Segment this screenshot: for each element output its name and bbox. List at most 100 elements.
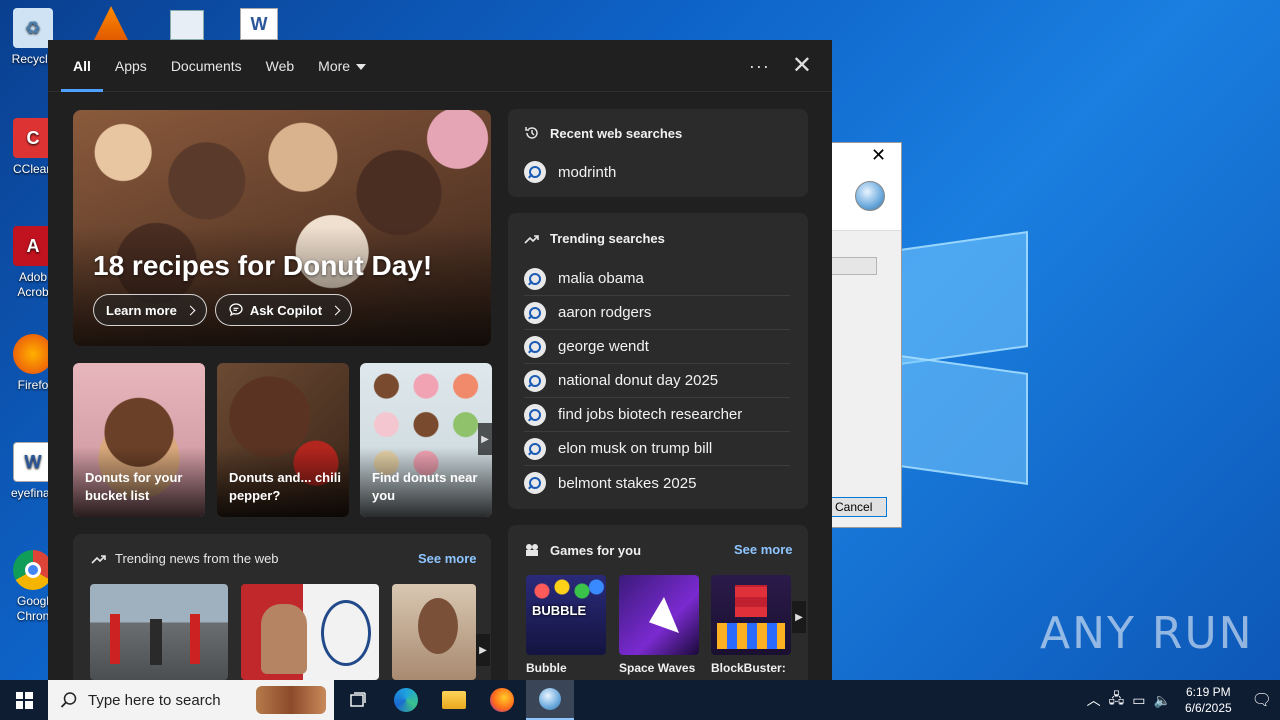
cards-next-arrow-icon[interactable]: ▶ xyxy=(478,423,492,455)
ccleaner-icon: C xyxy=(13,118,53,158)
taskbar-installer-button[interactable] xyxy=(526,680,574,720)
search-icon xyxy=(524,403,546,426)
trending-search-item[interactable]: belmont stakes 2025 xyxy=(524,466,790,500)
tab-documents[interactable]: Documents xyxy=(159,40,254,92)
news-thumbnail-1[interactable] xyxy=(90,584,228,680)
anyrun-watermark: ANY RUN xyxy=(1040,608,1254,659)
chevron-right-icon xyxy=(330,305,341,315)
wallpaper-windows-logo xyxy=(900,231,1030,485)
trending-search-item[interactable]: malia obama xyxy=(524,262,790,296)
games-see-more-link[interactable]: See more xyxy=(734,542,793,557)
task-view-button[interactable] xyxy=(334,680,382,720)
network-icon[interactable]: 🖧 xyxy=(1109,688,1125,712)
recent-searches-section: Recent web searches modrinth xyxy=(508,109,808,197)
history-clock-icon xyxy=(525,127,538,139)
recent-heading: Recent web searches xyxy=(550,125,683,141)
search-icon xyxy=(60,692,77,708)
game-space-waves-tile[interactable] xyxy=(619,575,699,655)
acrobat-icon: A xyxy=(13,226,53,266)
news-thumbnail-2[interactable] xyxy=(241,584,379,680)
dialog-progress-bar xyxy=(831,257,877,275)
copilot-chat-icon xyxy=(229,303,243,317)
trending-search-item[interactable]: national donut day 2025 xyxy=(524,364,790,398)
learn-more-button[interactable]: Learn more xyxy=(93,294,207,326)
trending-news-section: Trending news from the web See more ▶ xyxy=(73,534,491,680)
search-icon xyxy=(524,437,546,460)
games-next-arrow-icon[interactable]: ▶ xyxy=(792,601,806,633)
ask-copilot-button[interactable]: Ask Copilot xyxy=(214,294,353,326)
notifications-icon[interactable]: 🗨 xyxy=(1252,690,1272,710)
start-button[interactable] xyxy=(0,680,48,720)
game-label: Space Waves xyxy=(619,661,696,675)
installer-globe-icon xyxy=(539,688,561,710)
card-find-donuts-near-you[interactable]: Find donuts near you xyxy=(360,363,492,517)
trending-search-item[interactable]: find jobs biotech researcher xyxy=(524,398,790,432)
hero-title: 18 recipes for Donut Day! xyxy=(93,250,433,281)
search-icon xyxy=(524,161,546,183)
tab-apps[interactable]: Apps xyxy=(103,40,159,92)
trending-heading: Trending searches xyxy=(550,231,665,246)
search-highlight-donut-image[interactable] xyxy=(256,686,326,714)
taskbar: ︿ 🖧 ▭ 🔈 6:19 PM 6/6/2025 🗨 xyxy=(0,680,1280,720)
trending-arrow-icon xyxy=(524,234,539,244)
background-installer-dialog: ✕ Cancel xyxy=(830,142,902,528)
games-section: Games for you See more BUBBLE Bubble Spa… xyxy=(508,525,808,680)
vlc-icon[interactable] xyxy=(94,6,128,40)
card-donuts-chili-pepper[interactable]: Donuts and... chili pepper? xyxy=(217,363,349,517)
display-icon[interactable]: ▭ xyxy=(1132,692,1145,709)
game-blockbuster-tile[interactable] xyxy=(711,575,791,655)
news-see-more-link[interactable]: See more xyxy=(418,551,477,566)
games-icon xyxy=(526,544,538,556)
windows-logo-icon xyxy=(15,691,33,709)
tab-more[interactable]: More xyxy=(306,40,378,92)
edge-icon xyxy=(394,688,418,712)
image-file-icon[interactable] xyxy=(170,10,204,40)
trending-arrow-icon xyxy=(91,554,106,564)
word-doc-icon: W xyxy=(13,442,53,482)
task-view-icon xyxy=(350,692,366,707)
tab-web[interactable]: Web xyxy=(254,40,307,92)
tab-all[interactable]: All xyxy=(61,40,103,92)
hero-card-donut-day[interactable]: 18 recipes for Donut Day! Learn more Ask… xyxy=(73,110,491,346)
dialog-cancel-button[interactable]: Cancel xyxy=(831,497,887,517)
taskbar-firefox-button[interactable] xyxy=(478,680,526,720)
taskbar-search-box[interactable] xyxy=(48,680,334,720)
caret-down-icon xyxy=(356,63,367,70)
recent-search-item[interactable]: modrinth xyxy=(524,155,790,189)
search-icon xyxy=(524,369,546,392)
clock-time: 6:19 PM xyxy=(1185,685,1231,699)
more-options-button[interactable]: ··· xyxy=(749,56,770,77)
windows-search-panel: All Apps Documents Web More ··· ✕ 18 rec… xyxy=(48,40,832,680)
taskbar-file-explorer-button[interactable] xyxy=(430,680,478,720)
chevron-right-icon xyxy=(185,305,196,315)
trending-search-item[interactable]: george wendt xyxy=(524,330,790,364)
trending-searches-section: Trending searches malia obama aaron rodg… xyxy=(508,213,808,509)
search-tabs: All Apps Documents Web More ··· ✕ xyxy=(48,40,832,92)
clock[interactable]: 6:19 PM 6/6/2025 xyxy=(1185,684,1232,716)
search-icon xyxy=(524,267,546,290)
chevron-up-icon[interactable]: ︿ xyxy=(1087,690,1101,710)
word-file-icon[interactable]: W xyxy=(240,8,278,40)
firefox-icon xyxy=(13,334,53,374)
volume-icon[interactable]: 🔈 xyxy=(1154,692,1171,709)
news-next-arrow-icon[interactable]: ▶ xyxy=(476,634,490,666)
search-icon xyxy=(524,335,546,358)
trending-search-item[interactable]: elon musk on trump bill xyxy=(524,432,790,466)
clock-date: 6/6/2025 xyxy=(1184,701,1232,715)
games-heading: Games for you xyxy=(550,542,642,558)
trending-search-item[interactable]: aaron rodgers xyxy=(524,296,790,330)
game-label: Bubble xyxy=(526,661,567,675)
game-bubble-shooter-tile[interactable]: BUBBLE xyxy=(526,575,606,655)
card-donuts-bucket-list[interactable]: Donuts for your bucket list xyxy=(73,363,205,517)
close-panel-button[interactable]: ✕ xyxy=(792,54,812,78)
search-icon xyxy=(524,301,546,324)
system-tray: ︿ 🖧 ▭ 🔈 6:19 PM 6/6/2025 🗨 xyxy=(1087,680,1280,720)
firefox-icon xyxy=(490,688,514,712)
search-icon xyxy=(524,472,546,494)
folder-icon xyxy=(442,691,466,709)
taskbar-search-input[interactable] xyxy=(88,691,238,709)
news-thumbnail-3[interactable] xyxy=(392,584,476,680)
taskbar-edge-button[interactable] xyxy=(382,680,430,720)
dialog-close-icon[interactable]: ✕ xyxy=(871,145,886,166)
recipe-cards: Donuts for your bucket list Donuts and..… xyxy=(73,363,492,517)
